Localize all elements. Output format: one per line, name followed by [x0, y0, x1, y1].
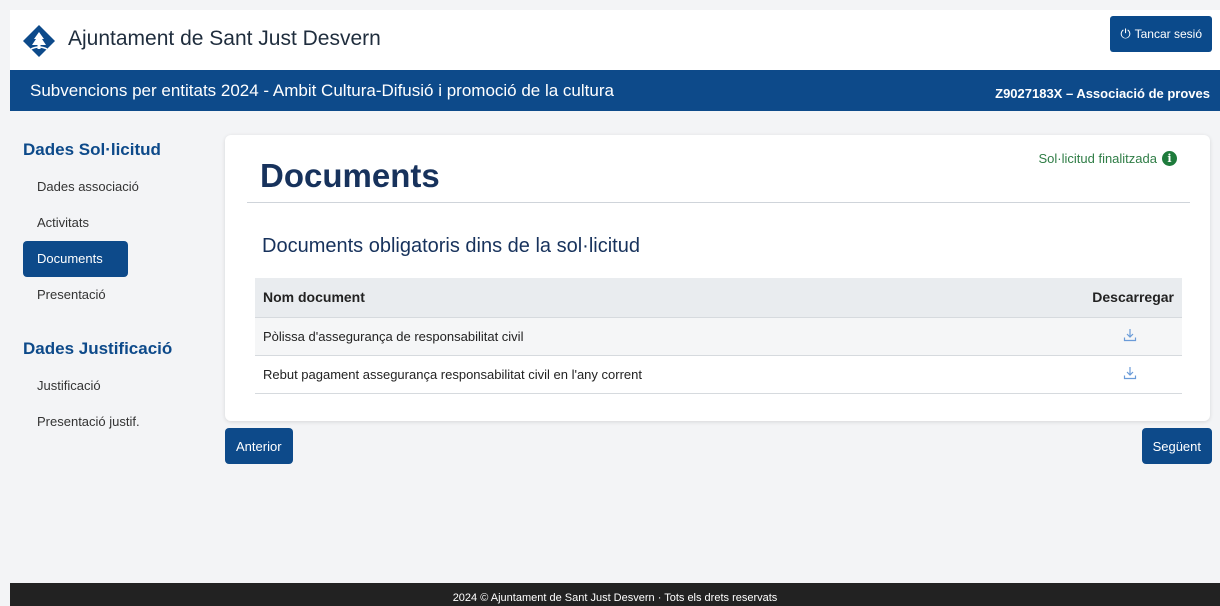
footer: 2024 © Ajuntament de Sant Just Desvern ·…: [10, 583, 1220, 606]
sidebar-item-presentacio[interactable]: Presentació: [23, 277, 128, 313]
section-title: Documents obligatoris dins de la sol·lic…: [262, 235, 640, 257]
entity-label: Z9027183X – Associació de proves: [995, 86, 1210, 101]
column-header-download: Descarregar: [998, 278, 1182, 317]
sidebar-section-solicitud: Dades Sol·licitud: [23, 140, 161, 159]
status-text: Sol·licitud finalitzada: [1038, 151, 1157, 166]
document-name: Rebut pagament assegurança responsabilit…: [255, 354, 999, 394]
logout-button[interactable]: ⏻ Tancar sesió: [1110, 16, 1212, 52]
page-title: Documents: [260, 157, 440, 194]
sidebar-item-justificacio[interactable]: Justificació: [23, 368, 128, 404]
status-badge: Sol·licitud finalitzada i: [1038, 151, 1177, 166]
sidebar-item-dades-associacio[interactable]: Dades associació: [23, 169, 139, 205]
sidebar-item-presentacio-justif[interactable]: Presentació justif.: [23, 404, 140, 440]
logout-label: Tancar sesió: [1134, 27, 1202, 41]
power-icon: ⏻: [1120, 26, 1131, 41]
sidebar-item-activitats[interactable]: Activitats: [23, 205, 128, 241]
info-icon: i: [1162, 151, 1177, 166]
municipal-logo-icon: [23, 25, 55, 57]
previous-button[interactable]: Anterior: [225, 428, 293, 464]
call-title: Subvencions per entitats 2024 - Ambit Cu…: [30, 81, 614, 100]
download-icon[interactable]: [1123, 366, 1137, 380]
table-row: Pòlissa d'assegurança de responsabilitat…: [255, 316, 1182, 355]
top-header: Ajuntament de Sant Just Desvern ⏻ Tancar…: [10, 10, 1220, 70]
table-header-row: Nom document Descarregar: [255, 278, 1182, 317]
next-button[interactable]: Següent: [1141, 428, 1212, 464]
brand-title: Ajuntament de Sant Just Desvern: [68, 27, 381, 50]
table-row: Rebut pagament assegurança responsabilit…: [255, 354, 1182, 394]
sidebar: Dades Sol·licitud Dades associació Activ…: [23, 140, 213, 440]
documents-card: Documents Sol·licitud finalitzada i Docu…: [225, 135, 1210, 421]
download-icon[interactable]: [1123, 328, 1137, 342]
column-header-name: Nom document: [255, 278, 999, 317]
documents-table: Nom document Descarregar Pòlissa d'asseg…: [255, 278, 1182, 394]
call-title-bar: Subvencions per entitats 2024 - Ambit Cu…: [10, 70, 1220, 111]
footer-text: 2024 © Ajuntament de Sant Just Desvern ·…: [452, 592, 778, 604]
sidebar-section-justificacio: Dades Justificació: [23, 339, 173, 358]
title-divider: [247, 202, 1190, 203]
document-name: Pòlissa d'assegurança de responsabilitat…: [255, 316, 999, 355]
sidebar-item-documents[interactable]: Documents: [23, 241, 128, 277]
